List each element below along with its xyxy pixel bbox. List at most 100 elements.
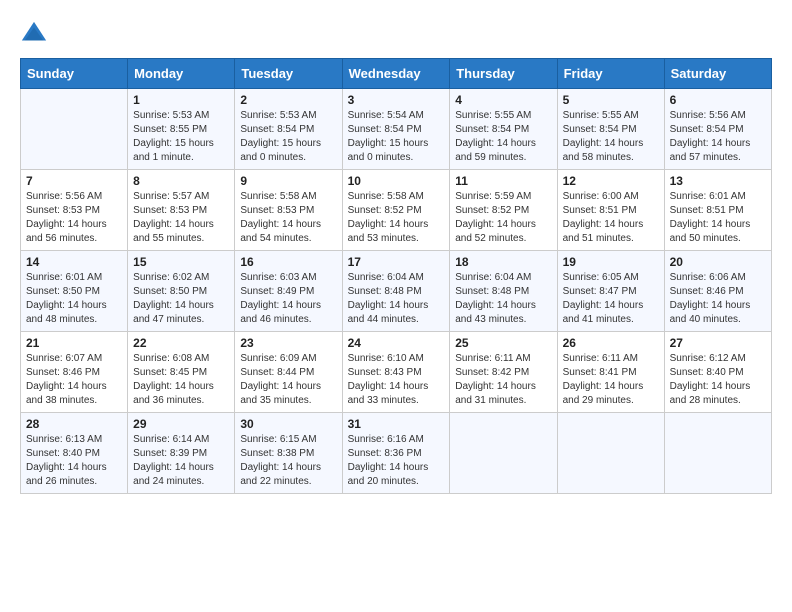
day-number: 20	[670, 255, 766, 269]
calendar-cell: 21 Sunrise: 6:07 AMSunset: 8:46 PMDayligh…	[21, 332, 128, 413]
day-info: Sunrise: 6:01 AMSunset: 8:50 PMDaylight:…	[26, 271, 122, 327]
day-info: Sunrise: 6:13 AMSunset: 8:40 PMDaylight:…	[26, 433, 122, 489]
day-info: Sunrise: 5:55 AMSunset: 8:54 PMDaylight:…	[455, 109, 551, 165]
day-number: 1	[133, 93, 229, 107]
header-day-wednesday: Wednesday	[342, 59, 450, 89]
day-number: 18	[455, 255, 551, 269]
day-info: Sunrise: 5:56 AMSunset: 8:53 PMDaylight:…	[26, 190, 122, 246]
day-number: 29	[133, 417, 229, 431]
calendar-cell: 30 Sunrise: 6:15 AMSunset: 8:38 PMDayligh…	[235, 413, 342, 494]
calendar-cell: 15 Sunrise: 6:02 AMSunset: 8:50 PMDayligh…	[128, 251, 235, 332]
day-info: Sunrise: 6:10 AMSunset: 8:43 PMDaylight:…	[348, 352, 445, 408]
calendar-cell: 24 Sunrise: 6:10 AMSunset: 8:43 PMDayligh…	[342, 332, 450, 413]
calendar-cell: 29Sunrise: 6:14 AMSunset: 8:39 PMDayligh…	[128, 413, 235, 494]
day-number: 24	[348, 336, 445, 350]
calendar-cell: 2 Sunrise: 5:53 AMSunset: 8:54 PMDaylight…	[235, 89, 342, 170]
day-info: Sunrise: 6:00 AMSunset: 8:51 PMDaylight:…	[563, 190, 659, 246]
day-number: 11	[455, 174, 551, 188]
calendar-cell	[450, 413, 557, 494]
header-day-tuesday: Tuesday	[235, 59, 342, 89]
calendar-cell	[21, 89, 128, 170]
day-info: Sunrise: 6:03 AMSunset: 8:49 PMDaylight:…	[240, 271, 336, 327]
day-info: Sunrise: 5:57 AMSunset: 8:53 PMDaylight:…	[133, 190, 229, 246]
calendar-cell: 16Sunrise: 6:03 AMSunset: 8:49 PMDayligh…	[235, 251, 342, 332]
day-number: 2	[240, 93, 336, 107]
calendar-cell: 12 Sunrise: 6:00 AMSunset: 8:51 PMDayligh…	[557, 170, 664, 251]
day-info: Sunrise: 6:09 AMSunset: 8:44 PMDaylight:…	[240, 352, 336, 408]
header-day-saturday: Saturday	[664, 59, 771, 89]
header-day-thursday: Thursday	[450, 59, 557, 89]
day-number: 9	[240, 174, 336, 188]
day-info: Sunrise: 6:08 AMSunset: 8:45 PMDaylight:…	[133, 352, 229, 408]
day-number: 7	[26, 174, 122, 188]
calendar-cell: 25 Sunrise: 6:11 AMSunset: 8:42 PMDayligh…	[450, 332, 557, 413]
calendar-cell: 7 Sunrise: 5:56 AMSunset: 8:53 PMDaylight…	[21, 170, 128, 251]
day-info: Sunrise: 5:58 AMSunset: 8:52 PMDaylight:…	[348, 190, 445, 246]
day-number: 4	[455, 93, 551, 107]
calendar-cell: 8 Sunrise: 5:57 AMSunset: 8:53 PMDaylight…	[128, 170, 235, 251]
day-info: Sunrise: 6:05 AMSunset: 8:47 PMDaylight:…	[563, 271, 659, 327]
day-number: 15	[133, 255, 229, 269]
day-number: 8	[133, 174, 229, 188]
calendar-cell: 20 Sunrise: 6:06 AMSunset: 8:46 PMDayligh…	[664, 251, 771, 332]
day-info: Sunrise: 6:04 AMSunset: 8:48 PMDaylight:…	[455, 271, 551, 327]
day-number: 26	[563, 336, 659, 350]
day-number: 17	[348, 255, 445, 269]
day-number: 19	[563, 255, 659, 269]
logo-icon	[20, 20, 48, 48]
day-info: Sunrise: 6:02 AMSunset: 8:50 PMDaylight:…	[133, 271, 229, 327]
day-info: Sunrise: 6:11 AMSunset: 8:41 PMDaylight:…	[563, 352, 659, 408]
calendar-cell: 31Sunrise: 6:16 AMSunset: 8:36 PMDayligh…	[342, 413, 450, 494]
calendar-cell: 22 Sunrise: 6:08 AMSunset: 8:45 PMDayligh…	[128, 332, 235, 413]
week-row-4: 21 Sunrise: 6:07 AMSunset: 8:46 PMDayligh…	[21, 332, 772, 413]
day-number: 28	[26, 417, 122, 431]
day-number: 13	[670, 174, 766, 188]
header-row: SundayMondayTuesdayWednesdayThursdayFrid…	[21, 59, 772, 89]
day-info: Sunrise: 6:06 AMSunset: 8:46 PMDaylight:…	[670, 271, 766, 327]
calendar-cell: 14 Sunrise: 6:01 AMSunset: 8:50 PMDayligh…	[21, 251, 128, 332]
day-number: 21	[26, 336, 122, 350]
day-number: 27	[670, 336, 766, 350]
calendar-cell: 17Sunrise: 6:04 AMSunset: 8:48 PMDayligh…	[342, 251, 450, 332]
week-row-1: 1 Sunrise: 5:53 AMSunset: 8:55 PMDaylight…	[21, 89, 772, 170]
day-number: 14	[26, 255, 122, 269]
calendar-cell: 27 Sunrise: 6:12 AMSunset: 8:40 PMDayligh…	[664, 332, 771, 413]
day-number: 30	[240, 417, 336, 431]
day-info: Sunrise: 6:07 AMSunset: 8:46 PMDaylight:…	[26, 352, 122, 408]
day-number: 10	[348, 174, 445, 188]
day-info: Sunrise: 5:53 AMSunset: 8:55 PMDaylight:…	[133, 109, 229, 165]
week-row-2: 7 Sunrise: 5:56 AMSunset: 8:53 PMDaylight…	[21, 170, 772, 251]
day-number: 22	[133, 336, 229, 350]
day-info: Sunrise: 5:54 AMSunset: 8:54 PMDaylight:…	[348, 109, 445, 165]
day-number: 6	[670, 93, 766, 107]
day-number: 25	[455, 336, 551, 350]
day-number: 23	[240, 336, 336, 350]
day-info: Sunrise: 6:15 AMSunset: 8:38 PMDaylight:…	[240, 433, 336, 489]
header	[20, 20, 772, 48]
day-info: Sunrise: 5:58 AMSunset: 8:53 PMDaylight:…	[240, 190, 336, 246]
calendar-cell: 9 Sunrise: 5:58 AMSunset: 8:53 PMDaylight…	[235, 170, 342, 251]
week-row-3: 14 Sunrise: 6:01 AMSunset: 8:50 PMDayligh…	[21, 251, 772, 332]
calendar-cell: 3 Sunrise: 5:54 AMSunset: 8:54 PMDaylight…	[342, 89, 450, 170]
calendar-table: SundayMondayTuesdayWednesdayThursdayFrid…	[20, 58, 772, 494]
day-info: Sunrise: 5:53 AMSunset: 8:54 PMDaylight:…	[240, 109, 336, 165]
day-number: 3	[348, 93, 445, 107]
calendar-cell: 23 Sunrise: 6:09 AMSunset: 8:44 PMDayligh…	[235, 332, 342, 413]
calendar-cell: 5 Sunrise: 5:55 AMSunset: 8:54 PMDaylight…	[557, 89, 664, 170]
day-info: Sunrise: 5:55 AMSunset: 8:54 PMDaylight:…	[563, 109, 659, 165]
day-info: Sunrise: 6:01 AMSunset: 8:51 PMDaylight:…	[670, 190, 766, 246]
calendar-cell: 26 Sunrise: 6:11 AMSunset: 8:41 PMDayligh…	[557, 332, 664, 413]
week-row-5: 28 Sunrise: 6:13 AMSunset: 8:40 PMDayligh…	[21, 413, 772, 494]
day-number: 5	[563, 93, 659, 107]
header-day-monday: Monday	[128, 59, 235, 89]
day-number: 31	[348, 417, 445, 431]
day-number: 12	[563, 174, 659, 188]
day-info: Sunrise: 6:12 AMSunset: 8:40 PMDaylight:…	[670, 352, 766, 408]
day-info: Sunrise: 5:56 AMSunset: 8:54 PMDaylight:…	[670, 109, 766, 165]
day-info: Sunrise: 5:59 AMSunset: 8:52 PMDaylight:…	[455, 190, 551, 246]
calendar-cell	[557, 413, 664, 494]
calendar-cell: 10 Sunrise: 5:58 AMSunset: 8:52 PMDayligh…	[342, 170, 450, 251]
day-info: Sunrise: 6:11 AMSunset: 8:42 PMDaylight:…	[455, 352, 551, 408]
header-day-friday: Friday	[557, 59, 664, 89]
header-day-sunday: Sunday	[21, 59, 128, 89]
